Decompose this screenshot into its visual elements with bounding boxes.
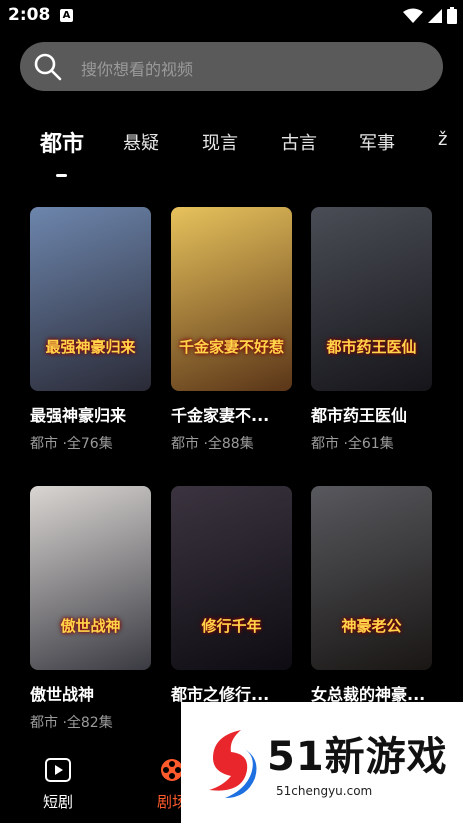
- drama-card[interactable]: 神豪老公 女总裁的神豪...: [311, 486, 432, 712]
- signal-icon: [428, 8, 442, 23]
- drama-poster[interactable]: 都市药王医仙: [311, 207, 432, 391]
- drama-meta: 都市 ·全82集: [30, 715, 113, 731]
- drama-meta: 都市 ·全76集: [30, 436, 113, 452]
- category-tabs: 都市 悬疑 现言 古言 军事 ž: [0, 126, 463, 186]
- poster-title-art: 最强神豪归来: [45, 338, 136, 356]
- poster-title-art: 傲世战神: [60, 617, 121, 635]
- tab-xuanyi[interactable]: 悬疑: [123, 129, 159, 155]
- status-bar: 2:08 A: [0, 0, 463, 32]
- drama-title: 千金家妻不...: [171, 406, 270, 425]
- poster-title-art: 千金家妻不好惹: [178, 338, 284, 356]
- drama-title: 都市药王医仙: [311, 406, 408, 425]
- drama-card[interactable]: 修行千年 都市之修行...: [171, 486, 292, 712]
- drama-poster[interactable]: 神豪老公: [311, 486, 432, 670]
- search-icon: [34, 53, 62, 81]
- status-time: 2:08: [8, 5, 51, 25]
- watermark-logo: [209, 730, 257, 798]
- drama-card[interactable]: 最强神豪归来 最强神豪归来 都市 ·全76集: [30, 207, 151, 453]
- wifi-icon: [403, 8, 423, 23]
- watermark: 51新游戏 51chengyu.com: [181, 702, 463, 823]
- drama-card[interactable]: 千金家妻不好惹 千金家妻不... 都市 ·全88集: [171, 207, 292, 453]
- drama-poster[interactable]: 千金家妻不好惹: [171, 207, 292, 391]
- watermark-url: 51chengyu.com: [276, 784, 373, 798]
- poster-title-art: 神豪老公: [341, 617, 402, 635]
- tab-junshi[interactable]: 军事: [359, 129, 395, 155]
- tab-guyan[interactable]: 古言: [281, 129, 317, 155]
- search-bar[interactable]: 搜你想看的视频: [20, 42, 443, 91]
- drama-title: 傲世战神: [30, 685, 95, 704]
- drama-poster[interactable]: 最强神豪归来: [30, 207, 151, 391]
- drama-poster[interactable]: 傲世战神: [30, 486, 151, 670]
- poster-title-art: 都市药王医仙: [326, 338, 417, 356]
- drama-card[interactable]: 傲世战神 傲世战神 都市 ·全82集: [30, 486, 151, 732]
- watermark-text: 51新游戏: [267, 734, 448, 780]
- drama-card[interactable]: 都市药王医仙 都市药王医仙 都市 ·全61集: [311, 207, 432, 453]
- tab-more[interactable]: ž: [438, 129, 447, 150]
- active-tab-indicator: [56, 174, 67, 177]
- status-icons: [403, 7, 457, 24]
- tab-dushi[interactable]: 都市: [40, 126, 84, 158]
- drama-meta: 都市 ·全61集: [311, 436, 394, 452]
- search-input[interactable]: 搜你想看的视频: [81, 56, 193, 80]
- nav-label: 短剧: [42, 793, 73, 811]
- battery-icon: [447, 7, 457, 24]
- nav-item-duanju[interactable]: 短剧: [23, 757, 93, 812]
- drama-meta: 都市 ·全88集: [171, 436, 254, 452]
- notification-badge-icon: A: [60, 9, 73, 22]
- drama-title: 最强神豪归来: [30, 406, 127, 425]
- play-box-icon: [45, 758, 71, 782]
- poster-title-art: 修行千年: [201, 617, 262, 635]
- drama-poster[interactable]: 修行千年: [171, 486, 292, 670]
- tab-xianyan[interactable]: 现言: [202, 129, 238, 155]
